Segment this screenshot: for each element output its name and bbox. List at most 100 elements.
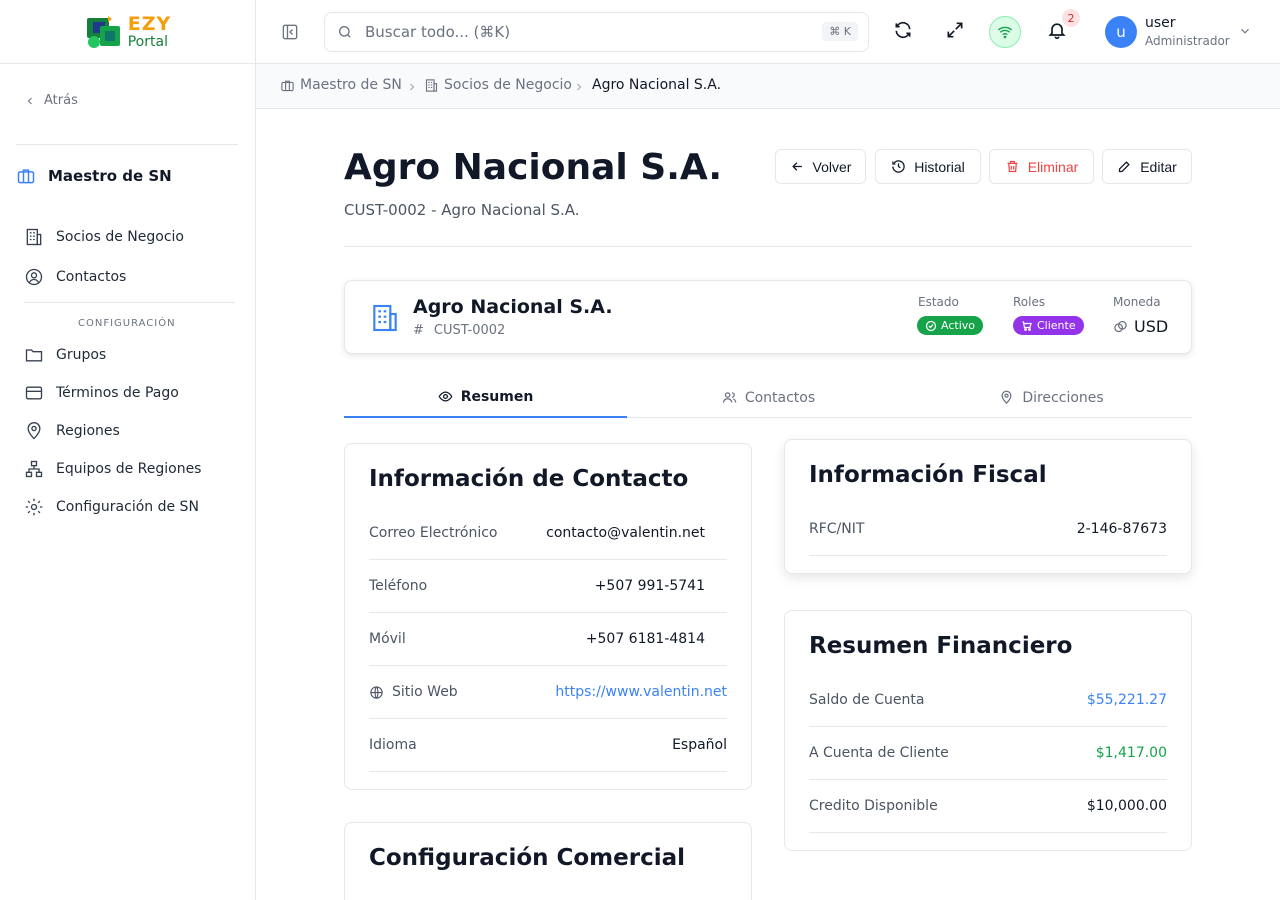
user-name[interactable]: user (1145, 15, 1176, 31)
tab-label: Resumen (460, 388, 534, 405)
chevron-right-icon (577, 83, 582, 91)
sidebar-item-configuracion[interactable]: Configuración de SN (24, 497, 199, 517)
pencil-icon (1119, 161, 1130, 173)
panel-collapse-icon (282, 24, 298, 40)
contact-row-language: Idioma Español (369, 719, 727, 772)
module-title-label: Maestro de SN (48, 167, 172, 185)
users-icon (722, 392, 737, 403)
tab-label: Direcciones (1022, 389, 1104, 406)
fullscreen-button[interactable] (945, 20, 965, 44)
back-button[interactable]: Volver (775, 149, 866, 184)
search-shortcut: ⌘ K (822, 22, 858, 41)
sidebar: EZY Portal Atrás Maestro de SN Socios de… (0, 0, 256, 900)
sidebar-item-grupos[interactable]: Grupos (24, 345, 106, 365)
avatar[interactable]: u (1105, 16, 1137, 48)
eye-icon (438, 391, 453, 402)
sidebar-item-label: Términos de Pago (56, 385, 179, 401)
row-label: RFC/NIT (809, 521, 865, 537)
estado-label: Estado (918, 295, 959, 309)
logo[interactable]: EZY Portal (0, 0, 255, 64)
collapse-sidebar-button[interactable] (280, 22, 300, 46)
row-label: Teléfono (369, 578, 428, 594)
globe-icon (370, 685, 383, 699)
user-menu-toggle[interactable] (1238, 24, 1252, 42)
sidebar-item-contactos[interactable]: Contactos (24, 267, 126, 287)
main-content: Agro Nacional S.A. CUST-0002 - Agro Naci… (256, 109, 1280, 900)
edit-button[interactable]: Editar (1102, 149, 1192, 184)
row-label: Saldo de Cuenta (809, 692, 925, 708)
tab-contactos[interactable]: Contactos (627, 377, 910, 418)
row-label: Credito Disponible (809, 798, 938, 814)
chevron-down-icon (1241, 28, 1249, 34)
sidebar-item-label: Regiones (56, 423, 120, 439)
search-placeholder: Buscar todo... (⌘K) (365, 23, 511, 41)
coins-icon (1114, 320, 1127, 333)
row-label-wrapper: Sitio Web (369, 684, 458, 700)
sidebar-item-label: Contactos (56, 269, 127, 285)
tab-bar: Resumen Contactos Direcciones (344, 377, 1192, 418)
sidebar-item-label: Equipos de Regiones (56, 461, 202, 477)
row-value: contacto@valentin.net (546, 525, 705, 541)
breadcrumb-item-socios[interactable]: Socios de Negocio (424, 77, 572, 93)
logo-text: EZY Portal (127, 14, 172, 50)
network-icon (25, 460, 43, 478)
history-button[interactable]: Historial (875, 149, 981, 184)
status-badge-label: Activo (941, 319, 975, 332)
logo-icon (84, 12, 124, 52)
fiscal-row-rfc: RFC/NIT 2-146-87673 (809, 503, 1167, 556)
currency-value: USD (1113, 317, 1168, 336)
financial-summary-card: Resumen Financiero Saldo de Cuenta $55,2… (784, 610, 1192, 851)
refresh-icon (895, 21, 911, 39)
map-pin-icon (1001, 390, 1012, 404)
fiscal-info-card: Información Fiscal RFC/NIT 2-146-87673 (784, 439, 1192, 574)
trash-icon (1007, 160, 1018, 173)
chevron-left-icon (27, 97, 32, 104)
row-label: Correo Electrónico (369, 525, 498, 541)
card-title: Información Fiscal (809, 462, 1047, 488)
breadcrumb: Maestro de SN Socios de Negocio Agro Nac… (256, 64, 1280, 109)
role-badge: Cliente (1013, 316, 1084, 335)
search-input[interactable]: Buscar todo... (⌘K) ⌘ K (324, 12, 869, 52)
map-pin-icon (27, 422, 41, 440)
expand-icon (947, 22, 963, 38)
row-label: Sitio Web (392, 684, 458, 700)
wifi-icon (997, 26, 1013, 39)
credit-card-icon (25, 386, 43, 400)
financial-row-customer-account: A Cuenta de Cliente $1,417.00 (809, 727, 1167, 780)
sidebar-item-regiones[interactable]: Regiones (24, 421, 120, 441)
contact-row-phone: Teléfono +507 991-5741 (369, 560, 727, 613)
back-button-label: Volver (812, 158, 852, 175)
user-role: Administrador (1145, 34, 1230, 48)
section-title: CONFIGURACIÓN (78, 318, 176, 329)
cart-icon (1022, 320, 1032, 331)
user-circle-icon (25, 268, 43, 286)
sidebar-item-label: Socios de Negocio (56, 229, 184, 245)
divider (24, 302, 235, 303)
back-label: Atrás (44, 93, 78, 108)
website-link[interactable]: https://www.valentin.net (555, 684, 727, 700)
sidebar-item-label: Grupos (56, 347, 107, 363)
module-title: Maestro de SN (16, 166, 172, 186)
partner-summary-card: Agro Nacional S.A. # CUST-0002 Estado Ac… (344, 280, 1192, 354)
logo-line2: Portal (127, 33, 168, 50)
connection-status-button[interactable] (989, 16, 1021, 48)
delete-button[interactable]: Eliminar (989, 149, 1094, 184)
divider (16, 144, 238, 145)
row-value: $1,417.00 (1095, 745, 1167, 761)
building-icon (373, 304, 397, 332)
search-icon (339, 26, 351, 38)
tab-direcciones[interactable]: Direcciones (910, 377, 1193, 418)
breadcrumb-item-maestro[interactable]: Maestro de SN (280, 77, 402, 93)
refresh-button[interactable] (893, 20, 913, 44)
contact-row-email: Correo Electrónico contacto@valentin.net (369, 507, 727, 560)
tab-label: Contactos (744, 389, 816, 406)
edit-button-label: Editar (1140, 158, 1177, 175)
sidebar-item-equipos[interactable]: Equipos de Regiones (24, 459, 201, 479)
sidebar-item-socios[interactable]: Socios de Negocio (24, 227, 184, 247)
sidebar-item-terminos[interactable]: Términos de Pago (24, 383, 179, 403)
row-label: A Cuenta de Cliente (809, 745, 949, 761)
row-value: $10,000.00 (1086, 798, 1167, 814)
back-link[interactable]: Atrás (24, 93, 78, 108)
partner-code-value: CUST-0002 (433, 323, 506, 338)
tab-resumen[interactable]: Resumen (344, 377, 627, 418)
